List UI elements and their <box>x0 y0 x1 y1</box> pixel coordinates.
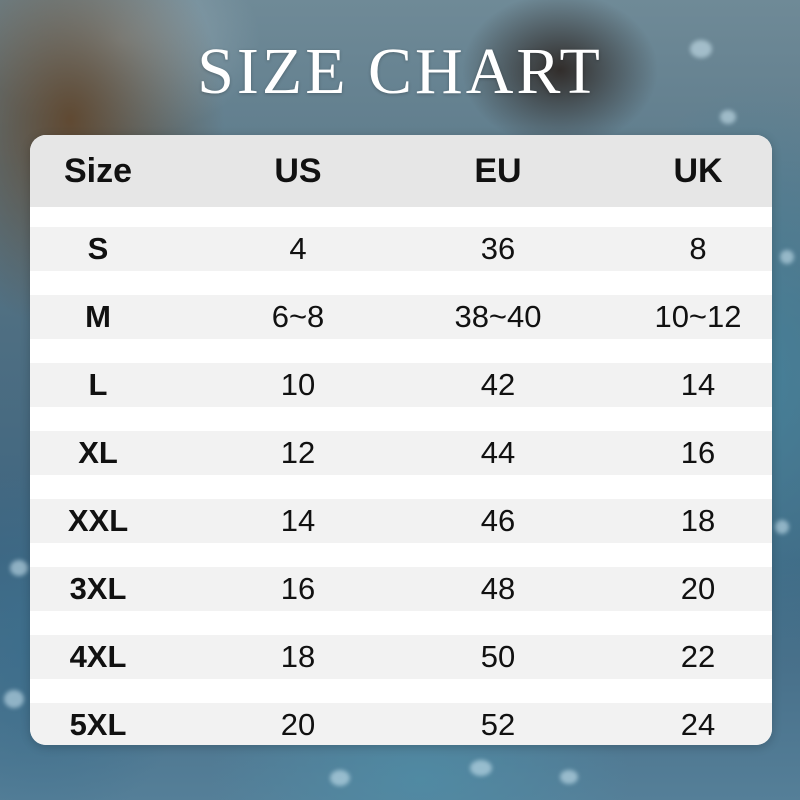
us-cell: 4 <box>289 231 307 266</box>
eu-cell: 52 <box>480 707 516 742</box>
size-cell: XL <box>78 435 118 470</box>
size-cell: S <box>87 231 109 266</box>
header-uk: UK <box>673 151 723 190</box>
eu-cell: 46 <box>480 503 516 538</box>
size-cell: 4XL <box>69 639 127 674</box>
table-row: XL 12 44 16 <box>30 431 772 475</box>
uk-cell: 18 <box>680 503 716 538</box>
table-row: 5XL 20 52 24 <box>30 703 772 745</box>
size-cell: 3XL <box>69 571 127 606</box>
us-cell: 20 <box>280 707 316 742</box>
uk-cell: 10~12 <box>654 299 742 334</box>
size-cell: XXL <box>67 503 129 538</box>
us-cell: 16 <box>280 571 316 606</box>
uk-cell: 8 <box>689 231 707 266</box>
eu-cell: 44 <box>480 435 516 470</box>
uk-cell: 20 <box>680 571 716 606</box>
table-row: XXL 14 46 18 <box>30 499 772 543</box>
us-cell: 10 <box>280 367 316 402</box>
us-cell: 18 <box>280 639 316 674</box>
size-cell: L <box>88 367 108 402</box>
header-eu: EU <box>474 151 522 190</box>
header-size: Size <box>63 151 133 190</box>
us-cell: 6~8 <box>271 299 325 334</box>
table-row: M 6~8 38~40 10~12 <box>30 295 772 339</box>
eu-cell: 48 <box>480 571 516 606</box>
eu-cell: 50 <box>480 639 516 674</box>
size-table: Size US EU UK S 4 36 8 M 6~8 38~40 10~12… <box>30 135 772 745</box>
table-row: S 4 36 8 <box>30 227 772 271</box>
table-row: 3XL 16 48 20 <box>30 567 772 611</box>
uk-cell: 22 <box>680 639 716 674</box>
us-cell: 12 <box>280 435 316 470</box>
table-header: Size US EU UK <box>30 135 772 207</box>
uk-cell: 14 <box>680 367 716 402</box>
size-cell: M <box>85 299 111 334</box>
header-us: US <box>274 151 322 190</box>
eu-cell: 36 <box>480 231 516 266</box>
size-cell: 5XL <box>69 707 127 742</box>
table-row: 4XL 18 50 22 <box>30 635 772 679</box>
us-cell: 14 <box>280 503 316 538</box>
page-title: SIZE CHART <box>197 35 603 108</box>
table-row: L 10 42 14 <box>30 363 772 407</box>
eu-cell: 42 <box>480 367 516 402</box>
uk-cell: 16 <box>680 435 716 470</box>
eu-cell: 38~40 <box>454 299 542 334</box>
uk-cell: 24 <box>680 707 716 742</box>
